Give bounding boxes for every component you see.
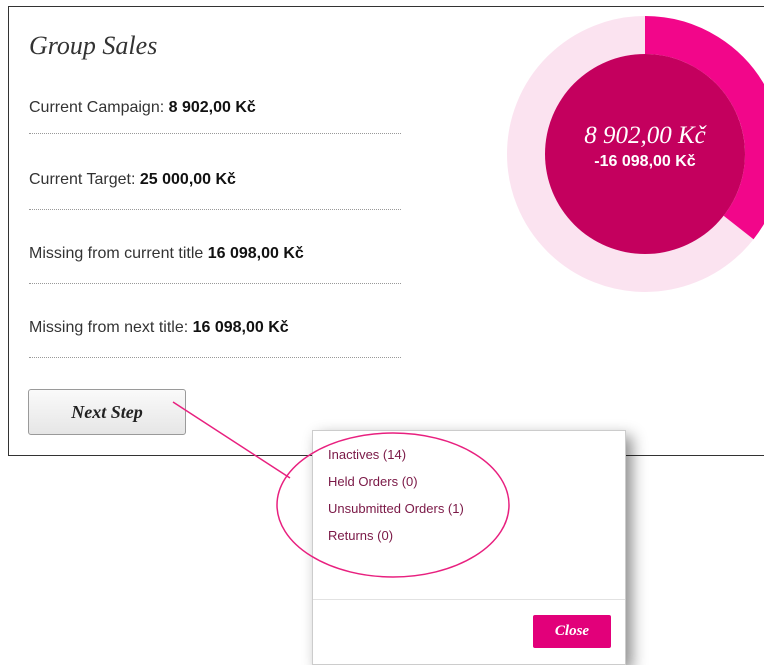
screenshot-stage: Group Sales Current Campaign: 8 902,00 K… bbox=[0, 0, 764, 665]
popup-link-held-orders[interactable]: Held Orders (0) bbox=[328, 468, 464, 495]
popup-link-unsubmitted-orders[interactable]: Unsubmitted Orders (1) bbox=[328, 495, 464, 522]
missing-next-title-value: 16 098,00 Kč bbox=[192, 319, 289, 336]
popup-footer-divider bbox=[313, 599, 625, 600]
missing-next-title-row: Missing from next title: 16 098,00 Kč bbox=[29, 319, 401, 337]
popup-link-inactives[interactable]: Inactives (14) bbox=[328, 441, 464, 468]
popup-link-returns[interactable]: Returns (0) bbox=[328, 522, 464, 549]
missing-current-title-row: Missing from current title 16 098,00 Kč bbox=[29, 245, 401, 263]
current-target-label: Current Target: bbox=[29, 171, 140, 188]
missing-current-title-label: Missing from current title bbox=[29, 245, 208, 262]
current-target-value: 25 000,00 Kč bbox=[139, 171, 236, 188]
current-campaign-row: Current Campaign: 8 902,00 Kč bbox=[29, 99, 401, 117]
donut-chart-svg bbox=[507, 16, 764, 292]
missing-next-title-label: Missing from next title: bbox=[29, 319, 193, 336]
close-button[interactable]: Close bbox=[533, 615, 611, 648]
row-divider bbox=[29, 133, 401, 134]
row-divider bbox=[29, 357, 401, 358]
donut-center bbox=[545, 54, 745, 254]
current-campaign-label: Current Campaign: bbox=[29, 99, 169, 116]
panel-title: Group Sales bbox=[29, 31, 158, 60]
next-step-popup: Inactives (14) Held Orders (0) Unsubmitt… bbox=[312, 430, 626, 665]
row-divider bbox=[29, 283, 401, 284]
popup-link-list: Inactives (14) Held Orders (0) Unsubmitt… bbox=[328, 441, 464, 549]
row-divider bbox=[29, 209, 401, 210]
sales-progress-donut: 8 902,00 Kč -16 098,00 Kč bbox=[497, 6, 764, 302]
next-step-button[interactable]: Next Step bbox=[28, 389, 186, 435]
current-campaign-value: 8 902,00 Kč bbox=[168, 99, 256, 116]
missing-current-title-value: 16 098,00 Kč bbox=[207, 245, 304, 262]
current-target-row: Current Target: 25 000,00 Kč bbox=[29, 171, 401, 189]
